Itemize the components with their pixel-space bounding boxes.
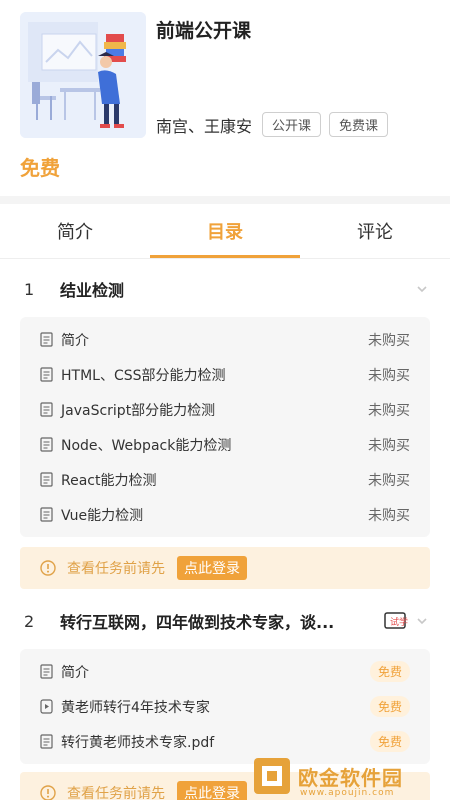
section-header-1[interactable]: 1 结业检测 [0,269,450,309]
lesson-row[interactable]: 简介 免费 [20,654,430,689]
tab-catalog[interactable]: 目录 [150,204,300,258]
document-icon [40,402,53,417]
watermark-text: 欧金软件园 [298,765,403,790]
lesson-title: 转行黄老师技术专家.pdf [61,734,215,751]
course-title: 前端公开课 [156,20,252,42]
lesson-title: React能力检测 [61,472,157,489]
lesson-row[interactable]: React能力检测 未购买 [20,462,430,497]
login-button[interactable]: 点此登录 [177,556,247,580]
lesson-row[interactable]: 简介 未购买 [20,322,430,357]
trial-video-icon: 试学 [384,612,408,629]
video-icon [40,699,53,714]
lesson-title: Node、Webpack能力检测 [61,437,232,454]
lesson-list-1: 简介 未购买 HTML、CSS部分能力检测 未购买 JavaScript部分能力… [20,317,430,537]
trial-label: 试学 [390,616,408,628]
purchase-status: 未购买 [368,402,410,419]
free-badge: 免费 [369,696,410,717]
section-title: 结业检测 [60,281,125,300]
section-header-2[interactable]: 2 转行互联网，四年做到技术专家，谈... 试学 [0,601,450,641]
login-button[interactable]: 点此登录 [177,781,247,800]
section-divider [0,196,450,204]
section-number: 2 [24,611,35,631]
lesson-row[interactable]: HTML、CSS部分能力检测 未购买 [20,357,430,392]
login-prompt-1: 查看任务前请先 点此登录 [20,547,430,589]
login-prompt-text: 查看任务前请先 [67,786,165,800]
course-price: 免费 [20,156,60,180]
chevron-down-icon[interactable] [416,283,428,295]
lesson-title: HTML、CSS部分能力检测 [61,367,226,384]
watermark-url: www.apoujin.com [300,788,395,798]
purchase-status: 未购买 [368,367,410,384]
lesson-row[interactable]: Node、Webpack能力检测 未购买 [20,427,430,462]
section-number: 1 [24,279,35,299]
purchase-status: 未购买 [368,332,410,349]
document-icon [40,664,53,679]
info-icon [40,785,56,800]
chevron-down-icon[interactable] [416,615,428,627]
course-header: 前端公开课 南宫、王康安 公开课 免费课 免费 [0,0,450,200]
free-badge: 免费 [369,661,410,682]
lesson-row[interactable]: Vue能力检测 未购买 [20,497,430,532]
tag-public-course: 公开课 [262,112,322,137]
login-prompt-text: 查看任务前请先 [67,561,165,577]
watermark-logo-icon [254,758,290,794]
lesson-title: JavaScript部分能力检测 [61,402,216,419]
lesson-title: 黄老师转行4年技术专家 [61,699,210,716]
purchase-status: 未购买 [368,507,410,524]
lesson-row[interactable]: JavaScript部分能力检测 未购买 [20,392,430,427]
document-icon [40,437,53,452]
catalog-content: 1 结业检测 简介 未购买 HTML、CSS部分能力检测 未购买 JavaScr… [0,259,450,800]
teacher-names: 南宫、王康安 [156,116,253,136]
trial-badge[interactable]: 试学 [384,611,410,631]
document-icon [40,734,53,749]
lesson-title: Vue能力检测 [61,507,144,524]
document-icon [40,367,53,382]
lesson-row[interactable]: 黄老师转行4年技术专家 免费 [20,689,430,724]
document-icon [40,472,53,487]
watermark: 欧金软件园 www.apoujin.com [252,752,450,800]
course-meta: 南宫、王康安 公开课 免费课 [156,112,389,137]
tab-comments[interactable]: 评论 [300,204,450,258]
tab-intro[interactable]: 简介 [0,204,150,258]
tag-free-course: 免费课 [329,112,389,137]
info-icon [40,560,56,576]
lesson-title: 简介 [61,332,89,349]
cover-illustration [20,12,146,138]
free-badge: 免费 [369,731,410,752]
section-title: 转行互联网，四年做到技术专家，谈... [60,613,335,632]
purchase-status: 未购买 [368,437,410,454]
course-cover-image[interactable] [20,12,146,138]
document-icon [40,332,53,347]
course-tabs: 简介 目录 评论 [0,204,450,258]
purchase-status: 未购买 [368,472,410,489]
lesson-title: 简介 [61,664,89,681]
lesson-list-2: 简介 免费 黄老师转行4年技术专家 免费 转行黄老师技术专家.pdf 免费 [20,649,430,764]
document-icon [40,507,53,522]
